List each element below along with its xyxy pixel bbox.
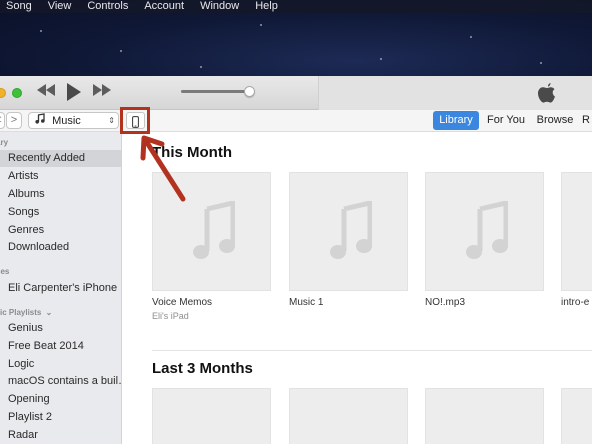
- annotation-arrow: [140, 135, 186, 202]
